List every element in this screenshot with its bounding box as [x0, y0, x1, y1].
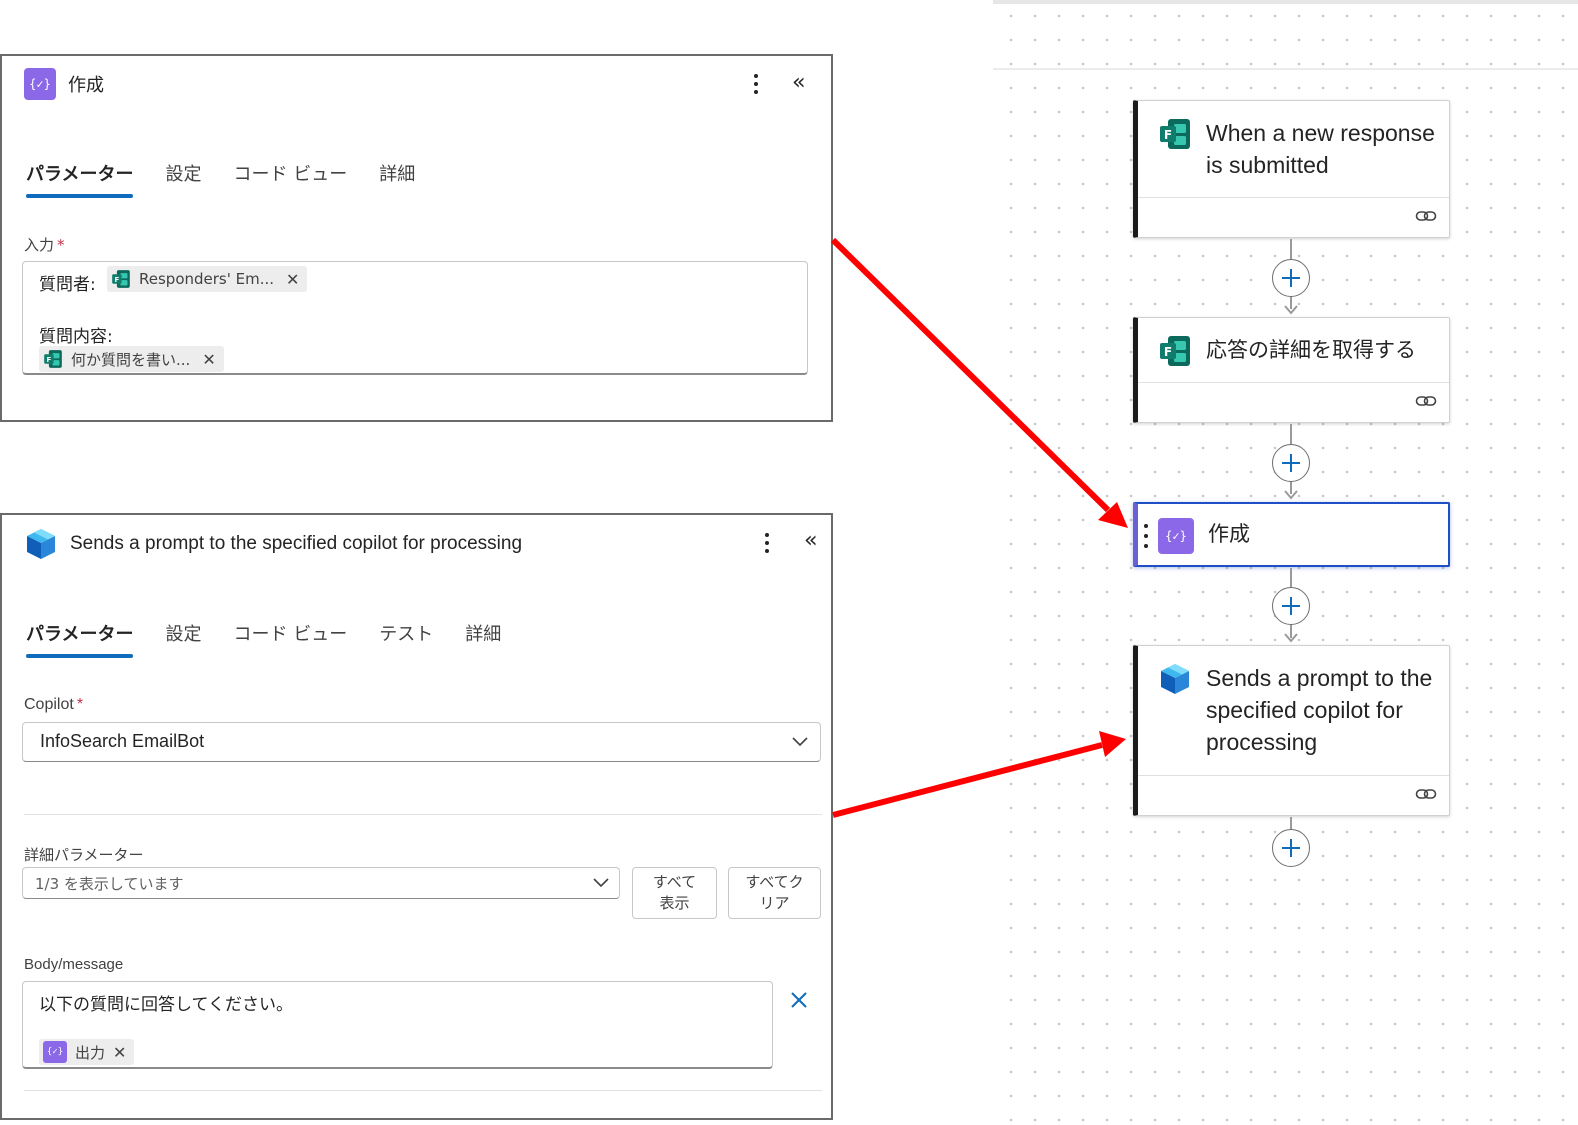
tab-bar: パラメーター 設定 コード ビュー テスト 詳細: [26, 620, 533, 658]
flow-node-get-response-details[interactable]: F 応答の詳細を取得する: [1133, 317, 1450, 423]
panel-header: {✓} 作成: [24, 68, 104, 100]
copilot-label: Copilot *: [24, 696, 83, 714]
more-options-icon[interactable]: [763, 533, 771, 553]
plus-icon: [1282, 839, 1300, 857]
tab-settings[interactable]: 設定: [165, 160, 201, 198]
canvas-top-bar: [993, 0, 1578, 4]
link-icon[interactable]: [1415, 393, 1437, 409]
connector-arrow-icon: [1284, 490, 1298, 500]
collapse-panel-icon[interactable]: ‹‹: [804, 528, 817, 553]
flow-node-copilot-prompt[interactable]: Sends a prompt to the specified copilot …: [1133, 645, 1450, 816]
body-message-label: Body/message: [24, 956, 124, 973]
forms-icon: F: [112, 270, 130, 288]
tab-test[interactable]: テスト: [379, 620, 433, 658]
compose-icon: {✓}: [43, 1041, 67, 1063]
question-label: 質問内容:: [39, 327, 113, 347]
required-mark: *: [57, 236, 65, 254]
input-label-text: 入力: [24, 236, 55, 254]
node-title: Sends a prompt to the specified copilot …: [1206, 665, 1433, 755]
add-step-button[interactable]: [1272, 829, 1310, 867]
token-remove-icon[interactable]: ✕: [286, 270, 299, 289]
section-divider: [24, 1090, 822, 1091]
node-header: F When a new response is submitted: [1138, 101, 1449, 191]
questioner-label: 質問者:: [39, 275, 96, 295]
tab-details[interactable]: 詳細: [465, 620, 501, 658]
svg-text:F: F: [114, 275, 119, 284]
link-icon[interactable]: [1415, 786, 1437, 802]
show-all-button[interactable]: すべて 表示: [632, 867, 717, 919]
section-divider: [24, 814, 822, 815]
connector-arrow-icon: [1284, 305, 1298, 315]
advanced-params-value: 1/3 を表示しています: [35, 875, 184, 893]
add-step-button[interactable]: [1272, 587, 1310, 625]
plus-icon: [1282, 597, 1300, 615]
token-remove-icon[interactable]: ✕: [202, 350, 215, 369]
copilot-label-text: Copilot: [24, 696, 74, 713]
compose-input-field[interactable]: 質問者: F Responders' Em... ✕ 質問内容: F 何か質問を…: [22, 261, 808, 375]
forms-icon: F: [1160, 119, 1190, 149]
plus-icon: [1282, 454, 1300, 472]
node-title: When a new response is submitted: [1206, 120, 1435, 178]
token-remove-icon[interactable]: ✕: [113, 1043, 126, 1062]
required-mark: *: [76, 696, 84, 713]
compose-icon: {✓}: [24, 68, 56, 100]
copilot-panel: Sends a prompt to the specified copilot …: [0, 513, 833, 1120]
add-step-button[interactable]: [1272, 259, 1310, 297]
plus-icon: [1282, 269, 1300, 287]
compose-panel: {✓} 作成 ‹‹ パラメーター 設定 コード ビュー 詳細 入力 * 質問者: …: [0, 54, 833, 422]
tab-code-view[interactable]: コード ビュー: [233, 160, 347, 198]
token-label: 出力: [75, 1043, 106, 1062]
body-message-text: 以下の質問に回答してください。: [39, 995, 293, 1015]
copilot-icon: [27, 529, 55, 559]
advanced-params-label: 詳細パラメーター: [24, 846, 144, 864]
tab-details[interactable]: 詳細: [379, 160, 415, 198]
panel-title: 作成: [68, 75, 104, 96]
panel-header: Sends a prompt to the specified copilot …: [24, 527, 522, 561]
body-message-field[interactable]: 以下の質問に回答してください。 {✓} 出力 ✕: [22, 981, 773, 1069]
svg-text:F: F: [1164, 345, 1172, 359]
canvas-header-divider: [993, 68, 1578, 70]
node-header: Sends a prompt to the specified copilot …: [1138, 646, 1449, 768]
more-options-icon[interactable]: [752, 74, 760, 94]
chevron-down-icon: [593, 878, 609, 888]
question-token[interactable]: F 何か質問を書い... ✕: [39, 346, 224, 372]
compose-icon: {✓}: [1158, 518, 1194, 554]
tab-code-view[interactable]: コード ビュー: [233, 620, 347, 658]
clear-all-button[interactable]: すべてク リア: [728, 867, 821, 919]
tab-parameters[interactable]: パラメーター: [26, 160, 134, 198]
tab-settings[interactable]: 設定: [165, 620, 201, 658]
advanced-params-select[interactable]: 1/3 を表示しています: [22, 867, 620, 899]
chevron-down-icon: [792, 737, 808, 747]
link-icon[interactable]: [1415, 208, 1437, 224]
collapse-panel-icon[interactable]: ‹‹: [792, 70, 805, 95]
clear-field-icon[interactable]: [789, 990, 809, 1010]
node-title: 応答の詳細を取得する: [1206, 338, 1416, 362]
add-step-button[interactable]: [1272, 444, 1310, 482]
questioner-token[interactable]: F Responders' Em... ✕: [107, 266, 308, 292]
tab-bar: パラメーター 設定 コード ビュー 詳細: [26, 160, 447, 198]
connector-arrow-icon: [1284, 633, 1298, 643]
copilot-select[interactable]: InfoSearch EmailBot: [22, 722, 821, 762]
node-footer: [1138, 382, 1449, 422]
svg-text:F: F: [1164, 128, 1172, 142]
node-footer: [1138, 775, 1449, 815]
forms-icon: F: [1160, 336, 1190, 366]
output-token[interactable]: {✓} 出力 ✕: [39, 1039, 135, 1065]
copilot-select-value: InfoSearch EmailBot: [40, 731, 205, 751]
flow-node-trigger[interactable]: F When a new response is submitted: [1133, 100, 1450, 238]
input-label: 入力 *: [24, 234, 65, 255]
token-label: Responders' Em...: [139, 270, 275, 288]
node-header: F 応答の詳細を取得する: [1138, 318, 1449, 378]
forms-icon: F: [44, 350, 62, 368]
drag-handle-icon[interactable]: [1144, 524, 1148, 548]
svg-text:F: F: [46, 355, 51, 364]
token-label: 何か質問を書い...: [71, 350, 191, 369]
node-footer: [1138, 197, 1449, 237]
node-header: {✓} 作成: [1138, 504, 1448, 564]
panel-title: Sends a prompt to the specified copilot …: [70, 533, 523, 554]
node-title: 作成: [1208, 522, 1250, 546]
flow-node-compose[interactable]: {✓} 作成: [1133, 502, 1450, 567]
tab-parameters[interactable]: パラメーター: [26, 620, 134, 658]
copilot-icon: [1161, 664, 1189, 694]
